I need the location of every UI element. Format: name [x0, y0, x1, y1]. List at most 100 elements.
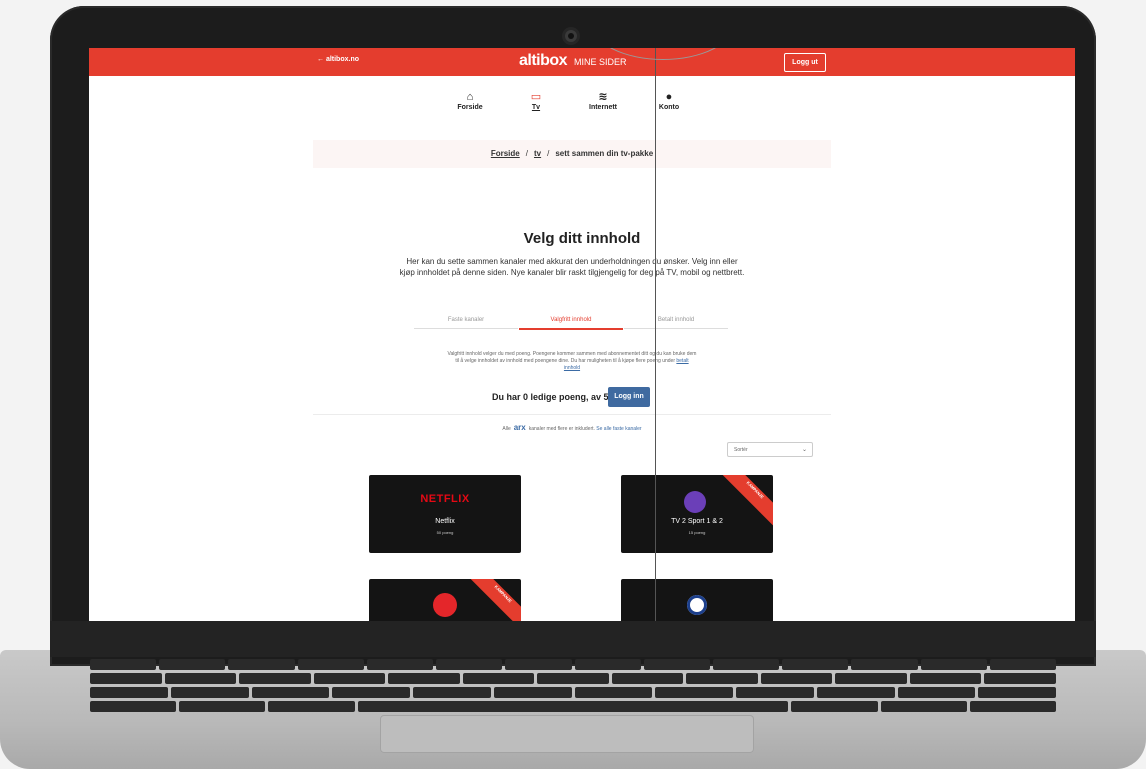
- key: [170, 687, 249, 698]
- key: [835, 673, 907, 684]
- nav-item-forside[interactable]: ⌂ Forside: [445, 90, 495, 111]
- key: [159, 659, 226, 670]
- note-text: kanaler med flere er inkludert.: [528, 426, 595, 432]
- key-row: [90, 687, 1056, 698]
- key: [686, 673, 758, 684]
- key: [851, 659, 918, 670]
- breadcrumb-separator: /: [547, 149, 550, 158]
- nav-item-label: Konto: [658, 104, 680, 111]
- laptop-hinge: [50, 621, 1096, 657]
- key-row: [90, 659, 1057, 670]
- intro-text: Her kan du sette sammen kanaler med akku…: [399, 257, 745, 277]
- key: [505, 659, 572, 670]
- key: [413, 687, 491, 698]
- points-info: Valgfritt innhold velger du med poeng. P…: [447, 351, 697, 372]
- divider: [313, 414, 831, 415]
- key-row: [90, 673, 1056, 684]
- tab-betalt-innhold[interactable]: Betalt innhold: [624, 317, 728, 329]
- tv2-sport-logo-icon: [684, 491, 706, 513]
- wifi-icon: ≋: [598, 91, 608, 103]
- screen: ← altibox.no altibox MINE SIDER Logg ut …: [89, 48, 1075, 621]
- key: [239, 673, 311, 684]
- key: [643, 659, 710, 670]
- key: [712, 659, 780, 670]
- key: [880, 701, 967, 712]
- key: [791, 701, 878, 712]
- key: [611, 673, 684, 684]
- nav-item-tv[interactable]: ▭ Tv: [511, 90, 561, 111]
- key: [574, 659, 641, 670]
- key: [760, 673, 833, 684]
- all-channels-link[interactable]: Se alle faste kanaler: [596, 426, 641, 432]
- key: [268, 701, 355, 712]
- points-info-text: Valgfritt innhold velger du med poeng. P…: [447, 351, 697, 364]
- key: [462, 673, 535, 684]
- card-points: 15 poeng: [688, 530, 706, 535]
- key: [816, 687, 895, 698]
- key: [366, 659, 434, 670]
- logout-button[interactable]: Logg ut: [784, 53, 826, 72]
- key: [90, 673, 162, 684]
- nav-item-konto[interactable]: ● Konto: [644, 90, 694, 111]
- back-to-altibox-link[interactable]: ← altibox.no: [317, 56, 359, 63]
- chevron-down-icon: ⌄: [801, 447, 807, 453]
- sort-selected-value: Sortér: [734, 447, 748, 453]
- key: [357, 701, 789, 712]
- note-prefix: Alle: [502, 426, 511, 432]
- channel-card-tv2-sport[interactable]: TV 2 Sport 1 & 2 15 poeng KAMPANJE: [621, 475, 773, 553]
- key: [313, 673, 386, 684]
- channel-card[interactable]: KAMPANJE: [369, 579, 521, 621]
- key: [164, 673, 237, 684]
- key: [436, 659, 503, 670]
- key: [984, 673, 1056, 684]
- trackpad: [380, 715, 754, 753]
- guide-line: [655, 48, 656, 621]
- included-channels-note: Alle arx kanaler med flere er inkludert. S…: [459, 423, 685, 432]
- breadcrumb-tv[interactable]: tv: [534, 149, 541, 158]
- channel-tag: arx: [513, 423, 526, 432]
- key: [989, 659, 1057, 670]
- login-button[interactable]: Logg inn: [608, 387, 650, 407]
- key: [655, 687, 733, 698]
- card-points: 50 poeng: [436, 530, 454, 535]
- campaign-ribbon: KAMPANJE: [462, 579, 521, 621]
- card-title: Netflix: [435, 518, 455, 525]
- tab-valgfritt-innhold[interactable]: Valgfritt innhold: [519, 317, 623, 330]
- camera-icon: [565, 30, 577, 42]
- nav-item-label: Internett: [589, 104, 617, 111]
- tab-faste-kanaler[interactable]: Faste kanaler: [414, 317, 518, 329]
- channel-card-netflix[interactable]: NETFLIX Netflix 50 poeng: [369, 475, 521, 553]
- key: [388, 673, 460, 684]
- key: [90, 687, 168, 698]
- breadcrumb-current: sett sammen din tv-pakke: [555, 149, 654, 158]
- keyboard: [90, 659, 1057, 712]
- sort-select[interactable]: Sortér ⌄: [727, 442, 813, 457]
- netflix-logo: NETFLIX: [420, 493, 470, 505]
- brand-logo[interactable]: altibox: [519, 52, 568, 70]
- key: [782, 659, 849, 670]
- key: [897, 687, 976, 698]
- key-row: [90, 701, 1057, 712]
- key: [228, 659, 295, 670]
- channel-logo-icon: [687, 595, 707, 615]
- breadcrumb-home[interactable]: Forside: [491, 149, 520, 158]
- channel-card[interactable]: [621, 579, 773, 621]
- brand-subtitle: MINE SIDER: [574, 57, 627, 67]
- channel-logo-icon: [433, 593, 457, 617]
- key: [909, 673, 982, 684]
- page-title: Velg ditt innhold: [523, 230, 641, 247]
- key: [332, 687, 410, 698]
- nav-item-label: Forside: [457, 104, 483, 111]
- key: [736, 687, 814, 698]
- key: [251, 687, 330, 698]
- key: [537, 673, 609, 684]
- key: [493, 687, 572, 698]
- key: [969, 701, 1057, 712]
- key: [90, 659, 157, 670]
- key: [574, 687, 653, 698]
- key: [90, 701, 177, 712]
- breadcrumb: Forside / tv / sett sammen din tv-pakke: [313, 140, 831, 168]
- key: [179, 701, 266, 712]
- house-icon: ⌂: [466, 91, 474, 103]
- nav-item-internett[interactable]: ≋ Internett: [578, 90, 628, 111]
